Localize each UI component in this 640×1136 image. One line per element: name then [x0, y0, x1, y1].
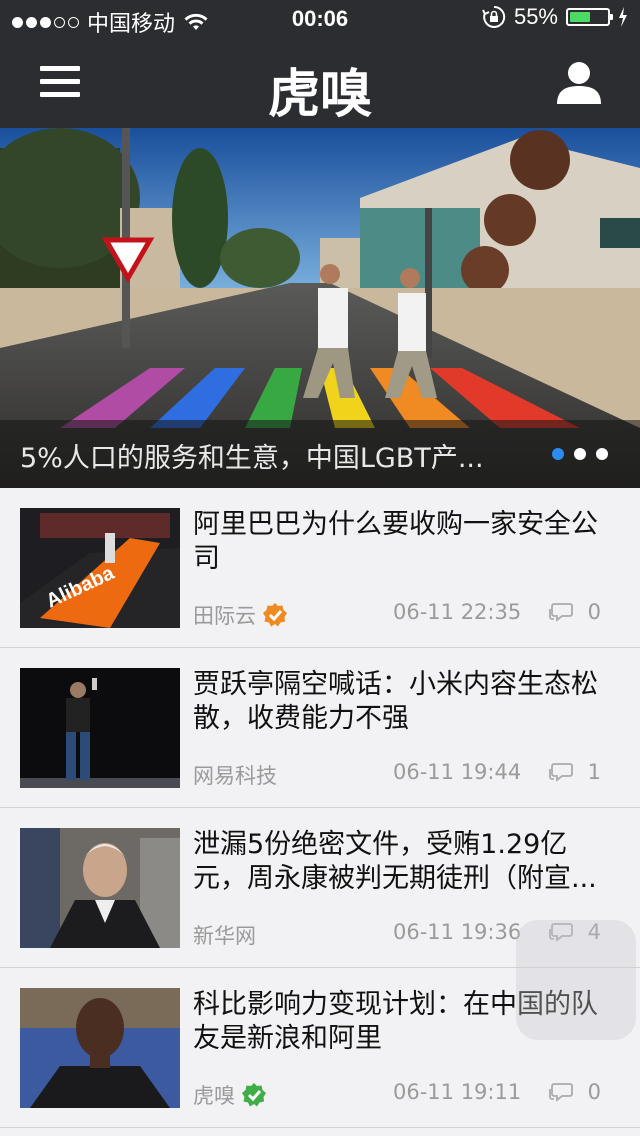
article-thumbnail — [20, 988, 180, 1108]
article-item[interactable]: 贾跃亭隔空喊话：小米内容生态松散，收费能力不强 网易科技 06-11 19:44… — [0, 648, 640, 808]
comment-count: 0 — [548, 1080, 601, 1104]
charging-icon — [619, 7, 627, 27]
comment-number: 1 — [587, 760, 601, 784]
comment-icon — [548, 603, 573, 622]
status-bar: 中国移动 00:06 55% — [0, 0, 640, 40]
article-title: 贾跃亭隔空喊话：小米内容生态松散，收费能力不强 — [193, 669, 598, 734]
page-indicator[interactable] — [552, 448, 608, 460]
user-icon — [557, 62, 601, 104]
verified-badge-icon — [263, 603, 287, 627]
assistive-touch-button[interactable] — [516, 920, 636, 1040]
article-title: 阿里巴巴为什么要收购一家安全公司 — [193, 509, 598, 574]
hero-caption-bar: 5%人口的服务和生意，中国LGBT产... — [0, 420, 640, 488]
source-name: 新华网 — [193, 924, 256, 948]
comment-number: 0 — [587, 600, 601, 624]
page-dot[interactable] — [574, 448, 586, 460]
comment-icon — [548, 763, 573, 782]
comment-count: 0 — [548, 600, 601, 624]
article-source: 虎嗅 — [193, 1080, 267, 1110]
article-meta: 虎嗅 06-11 19:11 0 — [193, 1080, 613, 1108]
source-name: 网易科技 — [193, 764, 277, 788]
comment-number: 0 — [587, 1080, 601, 1104]
article-time: 06-11 19:11 — [393, 1080, 522, 1104]
article-thumbnail — [20, 668, 180, 788]
comment-count: 1 — [548, 760, 601, 784]
comment-icon — [548, 1083, 573, 1102]
article-thumbnail — [20, 828, 180, 948]
article-time: 06-11 19:36 — [393, 920, 522, 944]
battery-icon — [566, 8, 613, 26]
nav-bar: 虎嗅 — [0, 40, 640, 128]
hero-caption: 5%人口的服务和生意，中国LGBT产... — [20, 443, 484, 474]
article-time: 06-11 22:35 — [393, 600, 522, 624]
status-right: 55% — [482, 4, 628, 30]
app-title: 虎嗅 — [267, 64, 372, 125]
article-thumbnail: Alibaba — [20, 508, 180, 628]
article-source: 网易科技 — [193, 760, 277, 790]
source-name: 田际云 — [193, 604, 256, 628]
article-meta: 田际云 06-11 22:35 0 — [193, 600, 613, 628]
hero-banner[interactable]: 5%人口的服务和生意，中国LGBT产... — [0, 128, 640, 488]
article-item[interactable]: Alibaba 阿里巴巴为什么要收购一家安全公司 田际云 06-11 22:35… — [0, 488, 640, 648]
user-button[interactable] — [556, 60, 602, 106]
verified-badge-icon — [242, 1083, 266, 1107]
page-dot[interactable] — [596, 448, 608, 460]
orientation-lock-icon — [482, 5, 506, 28]
article-time: 06-11 19:44 — [393, 760, 522, 784]
article-meta: 网易科技 06-11 19:44 1 — [193, 760, 613, 788]
article-source: 田际云 — [193, 600, 288, 630]
battery-percent: 55% — [513, 4, 558, 29]
source-name: 虎嗅 — [193, 1084, 235, 1108]
page-dot[interactable] — [552, 448, 564, 460]
article-title: 泄漏5份绝密文件，受贿1.29亿元，周永康被判无期徒刑（附宣... — [193, 829, 597, 894]
article-source: 新华网 — [193, 920, 256, 950]
